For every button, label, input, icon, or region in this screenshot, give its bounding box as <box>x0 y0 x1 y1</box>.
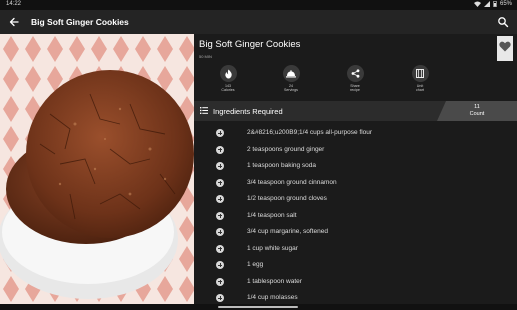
ingredient-item: 3/4 cup margarine, softened <box>194 224 517 241</box>
back-arrow-icon[interactable] <box>8 16 20 28</box>
add-ingredient-icon[interactable] <box>216 129 224 137</box>
share-icon <box>351 69 359 78</box>
share-label-2: recipe <box>350 88 360 92</box>
action-row: 143 Calories 24 Servings Share recipe Un… <box>194 65 517 95</box>
calories-label: Calories <box>221 88 235 92</box>
ingredients-list: 2&#8216;u200B9;1/4 cups all-purpose flou… <box>194 125 517 304</box>
ingredient-text: 3/4 teaspoon ground cinnamon <box>247 178 337 186</box>
ingredient-item: 1 egg <box>194 257 517 274</box>
serving-dish-icon <box>286 69 296 77</box>
calories-action[interactable]: 143 Calories <box>208 65 248 92</box>
ingredient-count-badge: 11 Count <box>437 101 517 121</box>
servings-label: Servings <box>284 88 298 92</box>
status-icons: 65% <box>473 1 512 7</box>
add-ingredient-icon[interactable] <box>216 228 224 236</box>
recipe-photo <box>0 34 194 304</box>
unit-chart-action[interactable]: Unit chart <box>400 65 440 92</box>
ingredient-item: 1/2 teaspoon ground cloves <box>194 191 517 208</box>
ingredient-text: 2&#8216;u200B9;1/4 cups all-purpose flou… <box>247 129 373 136</box>
add-ingredient-icon[interactable] <box>216 178 224 187</box>
ingredient-item: 1/4 cup molasses <box>194 290 517 304</box>
ingredient-item: 2 teaspoons ground ginger <box>194 142 517 159</box>
app-bar: Big Soft Ginger Cookies <box>0 10 517 34</box>
servings-action[interactable]: 24 Servings <box>271 65 311 92</box>
add-ingredient-icon[interactable] <box>216 211 224 220</box>
battery-icon <box>493 1 497 7</box>
ingredient-text: 3/4 cup margarine, softened <box>247 228 328 235</box>
navigation-bar <box>0 304 517 310</box>
ingredients-header: Ingredients Required 11 Count <box>194 101 517 121</box>
heart-icon <box>499 41 511 52</box>
status-time: 14:22 <box>6 1 22 7</box>
ingredient-text: 1/4 teaspoon salt <box>247 211 297 219</box>
ingredient-item: 1 cup white sugar <box>194 241 517 258</box>
ingredient-item: 1 tablespoon water <box>194 274 517 291</box>
recipe-time: 50 MIN <box>199 54 212 59</box>
add-ingredient-icon[interactable] <box>216 277 224 286</box>
add-ingredient-icon[interactable] <box>216 145 224 154</box>
search-icon[interactable] <box>497 16 509 28</box>
ingredient-item: 1/4 teaspoon salt <box>194 208 517 225</box>
ingredient-text: 1 teaspoon baking soda <box>247 162 317 169</box>
ingredient-item: 1 teaspoon baking soda <box>194 158 517 175</box>
ingredient-item: 2&#8216;u200B9;1/4 cups all-purpose flou… <box>194 125 517 142</box>
list-icon <box>200 107 208 114</box>
share-recipe-action[interactable]: Share recipe <box>335 65 375 92</box>
ingredient-count-value: 11 <box>474 104 480 110</box>
ingredient-text: 1/2 teaspoon ground cloves <box>247 195 327 202</box>
unit-chart-icon <box>416 69 424 78</box>
ingredient-count-label: Count <box>469 111 485 117</box>
home-gesture-handle[interactable] <box>218 306 298 308</box>
ingredient-text: 1/4 cup molasses <box>247 294 298 301</box>
add-ingredient-icon[interactable] <box>216 195 224 203</box>
ingredient-text: 1 tablespoon water <box>247 277 302 285</box>
add-ingredient-icon[interactable] <box>216 261 224 269</box>
add-ingredient-icon[interactable] <box>216 294 224 302</box>
unit-chart-label-2: chart <box>416 88 424 92</box>
battery-level: 65% <box>499 1 512 7</box>
add-ingredient-icon[interactable] <box>216 244 224 253</box>
signal-icon <box>483 1 490 7</box>
flame-icon <box>224 69 232 78</box>
wifi-icon <box>473 1 481 7</box>
recipe-title: Big Soft Ginger Cookies <box>199 39 301 50</box>
ingredient-text: 1 cup white sugar <box>247 244 298 252</box>
recipe-detail-panel: Big Soft Ginger Cookies 50 MIN 143 Calori… <box>194 34 517 304</box>
ingredient-text: 2 teaspoons ground ginger <box>247 145 325 153</box>
add-ingredient-icon[interactable] <box>216 162 224 170</box>
app-bar-title: Big Soft Ginger Cookies <box>31 17 129 27</box>
status-bar: 14:22 65% <box>0 0 517 10</box>
favorite-button[interactable] <box>497 36 513 61</box>
ingredients-title: Ingredients Required <box>213 107 283 116</box>
ingredient-text: 1 egg <box>247 261 264 268</box>
ingredient-item: 3/4 teaspoon ground cinnamon <box>194 175 517 192</box>
